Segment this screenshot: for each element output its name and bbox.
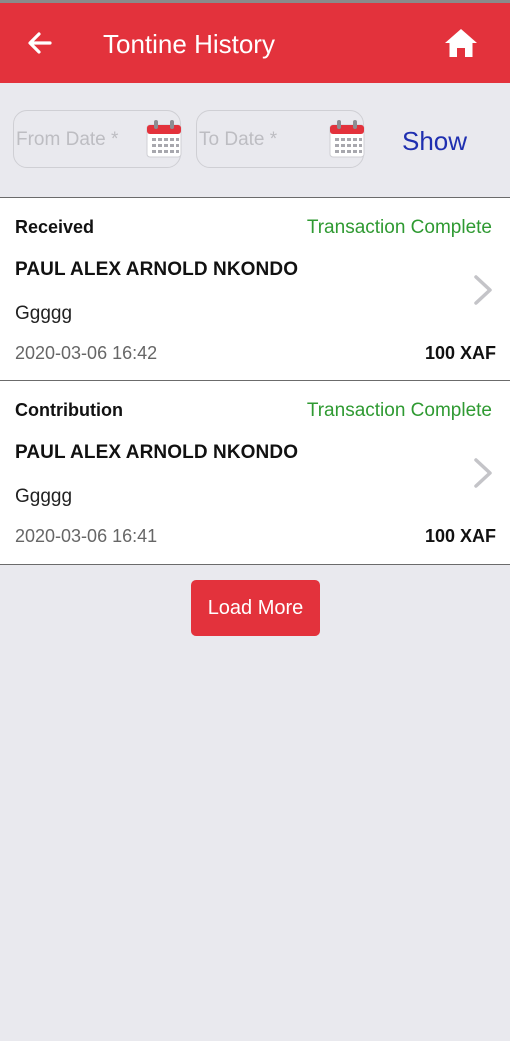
- transaction-list: Received Transaction Complete PAUL ALEX …: [0, 197, 510, 565]
- to-date-field[interactable]: [196, 110, 366, 168]
- transaction-datetime: 2020-03-06 16:42: [15, 343, 158, 363]
- transaction-card[interactable]: Contribution Transaction Complete PAUL A…: [0, 380, 510, 565]
- transaction-datetime: 2020-03-06 16:41: [15, 526, 158, 546]
- transaction-card[interactable]: Received Transaction Complete PAUL ALEX …: [0, 197, 510, 380]
- transaction-note: Ggggg: [15, 303, 73, 324]
- app-bar: Tontine History: [0, 3, 510, 83]
- transaction-type: Contribution: [15, 400, 123, 420]
- from-date-input[interactable]: [16, 125, 146, 155]
- from-date-field[interactable]: [13, 110, 183, 168]
- date-filter: Show: [0, 83, 510, 198]
- member-name: PAUL ALEX ARNOLD NKONDO: [15, 259, 299, 280]
- transaction-type: Received: [15, 217, 95, 237]
- chevron-right-icon[interactable]: [470, 273, 496, 307]
- transaction-amount: 100 XAF: [424, 343, 496, 363]
- chevron-right-icon[interactable]: [470, 456, 496, 490]
- member-name: PAUL ALEX ARNOLD NKONDO: [15, 442, 299, 463]
- calendar-icon[interactable]: [328, 119, 366, 159]
- calendar-icon[interactable]: [145, 119, 183, 159]
- to-date-input[interactable]: [199, 125, 329, 155]
- transaction-amount: 100 XAF: [424, 526, 496, 546]
- show-button[interactable]: Show: [402, 124, 467, 158]
- page-title: Tontine History: [103, 29, 275, 59]
- load-more-button[interactable]: Load More: [191, 580, 320, 636]
- transaction-status: Transaction Complete: [306, 217, 492, 238]
- back-arrow-icon[interactable]: [24, 27, 56, 59]
- transaction-note: Ggggg: [15, 486, 73, 507]
- home-icon[interactable]: [444, 27, 478, 59]
- transaction-status: Transaction Complete: [306, 400, 492, 421]
